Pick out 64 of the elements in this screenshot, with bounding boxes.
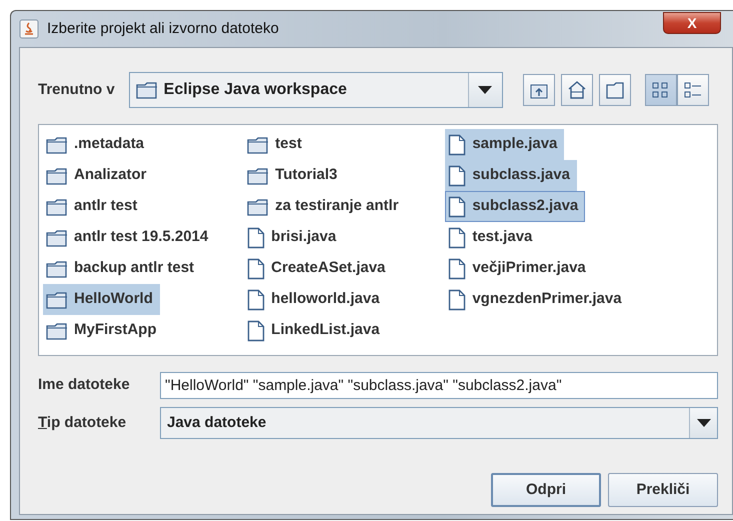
- folder-icon: [46, 198, 68, 216]
- file-item[interactable]: helloworld.java: [244, 284, 387, 315]
- file-item[interactable]: vgnezdenPrimer.java: [445, 284, 629, 315]
- folder-item[interactable]: Tutorial3: [244, 160, 344, 191]
- folder-item[interactable]: za testiranje antlr: [244, 191, 406, 222]
- file-item[interactable]: brisi.java: [244, 222, 344, 253]
- open-button[interactable]: Odpri: [491, 473, 601, 507]
- folder-icon: [46, 136, 68, 154]
- toolbar-button[interactable]: [676, 74, 709, 106]
- folder-icon: [46, 290, 68, 308]
- file-icon: [247, 258, 266, 280]
- file-type-value: Java datoteke: [167, 412, 266, 433]
- app-icon: [19, 18, 39, 39]
- file-icon: [247, 226, 266, 248]
- folder-icon: [247, 198, 270, 216]
- toolbar-button[interactable]: [644, 74, 677, 106]
- file-icon: [448, 226, 466, 248]
- home-icon: [566, 80, 587, 100]
- folder-icon: [46, 260, 68, 278]
- file-icon: [448, 164, 466, 186]
- window-title: Izberite projekt ali izvorno datoteko: [47, 18, 279, 39]
- file-item[interactable]: CreateASet.java: [244, 253, 392, 284]
- file-item[interactable]: LinkedList.java: [244, 315, 387, 346]
- folder-item[interactable]: .metadata: [43, 129, 152, 160]
- file-type-label: Tip datoteke: [38, 412, 128, 433]
- file-icon: [448, 196, 466, 218]
- file-item[interactable]: subclass.java: [445, 160, 577, 191]
- folder-item[interactable]: backup antlr test: [43, 253, 202, 284]
- folder-icon: [46, 322, 68, 340]
- location-label: Trenutno v: [38, 80, 115, 100]
- folder-icon: [136, 81, 158, 99]
- file-icon: [247, 288, 266, 310]
- folder-item[interactable]: HelloWorld: [43, 284, 160, 315]
- file-name-field[interactable]: "HelloWorld" "sample.java" "subclass.java" "subclass2.java": [160, 372, 718, 399]
- file-icon: [448, 288, 466, 310]
- close-button[interactable]: X: [663, 12, 721, 34]
- toolbar-button[interactable]: [560, 74, 593, 106]
- file-icon: [448, 258, 466, 280]
- folder-item[interactable]: Analizator: [43, 160, 154, 191]
- folder-icon: [46, 166, 68, 184]
- folder-item[interactable]: MyFirstApp: [43, 315, 164, 346]
- toolbar-button[interactable]: [598, 74, 631, 106]
- folder-icon: [604, 80, 625, 100]
- location-value: Eclipse Java workspace: [164, 80, 347, 100]
- toolbar-button[interactable]: [522, 74, 555, 106]
- folder-item[interactable]: test: [244, 129, 309, 160]
- file-icon: [448, 134, 466, 156]
- file-type-dropdown[interactable]: Java datoteke: [160, 407, 718, 439]
- file-name-label: Ime datoteke: [38, 375, 131, 396]
- folder-icon: [247, 166, 270, 184]
- file-icon: [247, 320, 266, 342]
- folder-icon: [247, 136, 270, 154]
- file-item[interactable]: sample.java: [445, 129, 564, 160]
- cancel-button[interactable]: Prekliči: [608, 473, 718, 507]
- folder-item[interactable]: antlr test 19.5.2014: [43, 222, 216, 253]
- caret-icon: [696, 419, 710, 427]
- location-dropdown[interactable]: Eclipse Java workspace: [128, 72, 503, 108]
- folder-item[interactable]: antlr test: [43, 191, 144, 222]
- list-icon: [682, 80, 703, 100]
- file-item[interactable]: subclass2.java: [445, 191, 586, 222]
- caret-icon: [478, 86, 492, 94]
- file-item[interactable]: večjiPrimer.java: [445, 253, 593, 284]
- folder-icon: [46, 228, 68, 246]
- file-item[interactable]: test.java: [445, 222, 540, 253]
